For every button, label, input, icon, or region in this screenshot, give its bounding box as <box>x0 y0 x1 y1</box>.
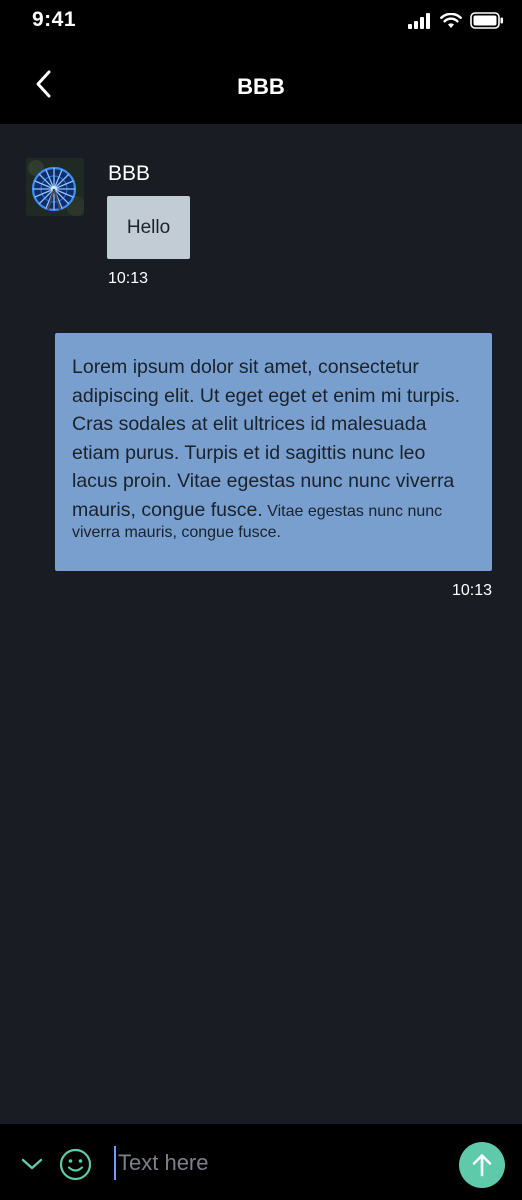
ferris-wheel-image <box>26 158 84 216</box>
outgoing-message-time: 10:13 <box>451 582 492 599</box>
message-input[interactable] <box>114 1146 434 1180</box>
outgoing-message-bubble[interactable]: Lorem ipsum dolor sit amet, consectetur … <box>55 333 492 571</box>
sender-name: BBB <box>108 162 151 185</box>
arrow-up-icon <box>472 1154 492 1177</box>
signal-icon <box>408 12 430 29</box>
send-button[interactable] <box>459 1142 505 1188</box>
emoji-button[interactable] <box>59 1148 92 1181</box>
outgoing-message-text: Lorem ipsum dolor sit amet, consectetur … <box>72 356 461 521</box>
input-bar <box>0 1124 522 1200</box>
status-time: 9:41 <box>32 8 77 31</box>
incoming-message-bubble[interactable]: Hello <box>107 196 190 259</box>
chat-area[interactable]: BBB Hello 10:13 Lorem ipsum dolor sit am… <box>0 124 522 1124</box>
incoming-message-text: Hello <box>126 216 171 238</box>
collapse-button[interactable] <box>20 1154 44 1174</box>
avatar[interactable] <box>26 158 84 216</box>
nav-bar: BBB <box>0 44 522 124</box>
wifi-icon <box>440 12 462 28</box>
incoming-message-time: 10:13 <box>108 270 149 287</box>
status-icons <box>408 12 504 29</box>
page-title: BBB <box>237 74 285 99</box>
chevron-down-icon <box>21 1158 43 1170</box>
battery-icon <box>470 12 503 29</box>
smiley-icon <box>59 1148 92 1181</box>
status-bar: 9:41 <box>0 0 522 44</box>
